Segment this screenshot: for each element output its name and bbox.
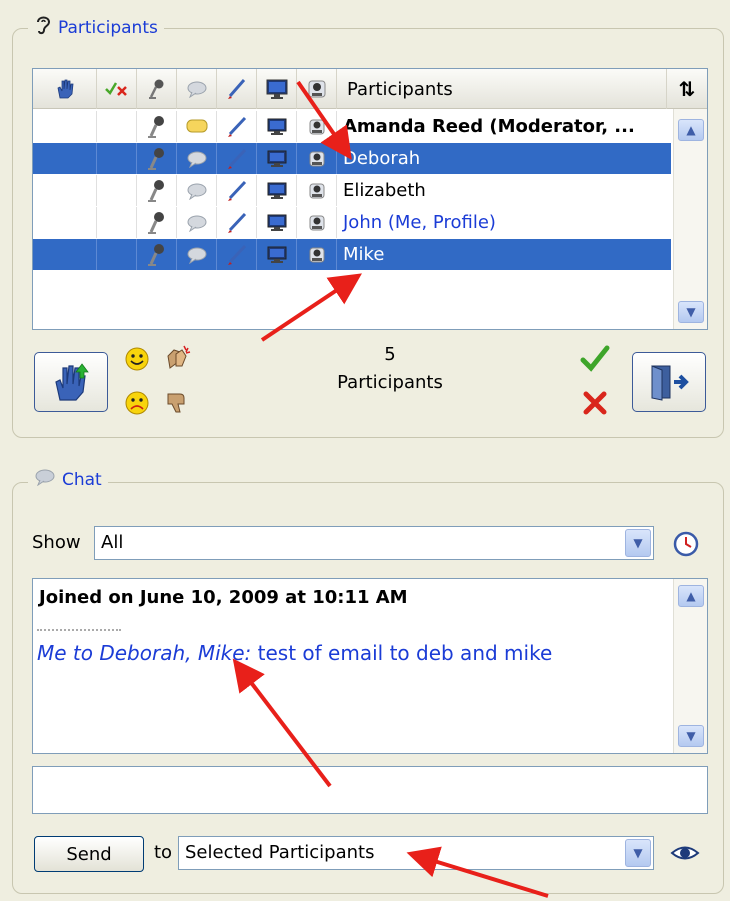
chat-message: Me to Deborah, Mike: test of email to de…	[37, 641, 552, 665]
show-label: Show	[32, 532, 81, 553]
chat-separator	[37, 629, 121, 631]
status-cell	[97, 175, 137, 206]
chat-title-label: Chat	[62, 469, 102, 490]
chat-bubble-icon	[177, 175, 217, 206]
participant-count-label: Participants	[337, 372, 443, 393]
scroll-down-button[interactable]: ▼	[678, 301, 704, 323]
chat-group-title: Chat	[28, 468, 108, 491]
microphone-icon	[137, 175, 177, 206]
status-cell	[97, 111, 137, 142]
microphone-icon	[137, 207, 177, 238]
screen-share-column-icon[interactable]	[257, 69, 297, 109]
recipient-chevron-down-icon[interactable]: ▼	[625, 839, 651, 867]
chat-message-sender: Me to Deborah, Mike:	[37, 641, 252, 665]
participant-name: Mike	[343, 244, 385, 265]
monitor-icon	[257, 207, 297, 238]
participant-row[interactable]: Mike	[33, 239, 671, 270]
send-button[interactable]: Send	[34, 836, 144, 872]
to-label: to	[154, 842, 173, 863]
participants-scrollbar[interactable]: ▲ ▼	[673, 109, 707, 329]
microphone-icon	[137, 143, 177, 174]
monitor-icon	[257, 175, 297, 206]
hand-cell	[33, 175, 97, 206]
hand-cell	[33, 111, 97, 142]
participant-row[interactable]: Elizabeth	[33, 175, 671, 206]
participant-name: Elizabeth	[343, 180, 426, 201]
participant-row[interactable]: Amanda Reed (Moderator, ...	[33, 111, 671, 142]
chat-log-header: Joined on June 10, 2009 at 10:11 AM	[39, 587, 408, 608]
pen-icon	[217, 143, 257, 174]
raise-hand-column-icon[interactable]	[33, 69, 97, 109]
exit-door-icon	[651, 365, 689, 401]
webcam-icon	[297, 111, 337, 142]
chat-column-icon[interactable]	[177, 69, 217, 109]
participant-name: John (Me, Profile)	[343, 212, 496, 233]
webcam-icon	[297, 175, 337, 206]
chat-log-scrollbar[interactable]: ▲ ▼	[673, 579, 707, 753]
participants-table-header: Participants ⇅	[33, 69, 707, 109]
speech-bubble-icon	[34, 468, 56, 491]
applause-icon[interactable]	[162, 344, 192, 376]
webcam-icon	[297, 239, 337, 270]
chat-bubble-icon	[177, 111, 217, 142]
microphone-icon	[137, 111, 177, 142]
raise-hand-button[interactable]	[34, 352, 108, 412]
chat-log[interactable]: Joined on June 10, 2009 at 10:11 AM Me t…	[32, 578, 708, 754]
thumbs-down-icon[interactable]	[162, 388, 190, 420]
monitor-icon	[257, 239, 297, 270]
webcam-icon	[297, 143, 337, 174]
status-cell	[97, 207, 137, 238]
participants-column-header[interactable]: Participants	[337, 69, 667, 109]
status-cell	[97, 143, 137, 174]
chat-scroll-up-button[interactable]: ▲	[678, 585, 704, 607]
accept-check-icon[interactable]	[580, 344, 610, 376]
chat-scroll-down-button[interactable]: ▼	[678, 725, 704, 747]
chat-message-text: test of email to deb and mike	[251, 641, 553, 665]
deny-x-icon[interactable]	[582, 390, 608, 420]
hand-cell	[33, 143, 97, 174]
pen-icon	[217, 175, 257, 206]
chat-bubble-icon	[177, 239, 217, 270]
clock-icon[interactable]	[672, 530, 700, 562]
monitor-icon	[257, 111, 297, 142]
microphone-icon	[137, 239, 177, 270]
webcam-icon	[297, 207, 337, 238]
chat-bubble-icon	[177, 143, 217, 174]
participant-count: 5	[384, 344, 396, 365]
approve-deny-column-icon[interactable]	[97, 69, 137, 109]
participants-table: Participants ⇅ Amanda Reed (Moderator, .…	[32, 68, 708, 330]
ear-icon	[34, 14, 52, 41]
webcam-column-icon[interactable]	[297, 69, 337, 109]
chevron-down-icon[interactable]: ▼	[625, 529, 651, 557]
pen-icon	[217, 239, 257, 270]
participant-row[interactable]: John (Me, Profile)	[33, 207, 671, 238]
sort-arrows-icon[interactable]: ⇅	[667, 69, 707, 109]
participants-title-label: Participants	[58, 17, 158, 38]
pen-icon	[217, 207, 257, 238]
hand-cell	[33, 239, 97, 270]
frown-emoticon-icon[interactable]	[124, 390, 150, 420]
chat-message-input[interactable]	[32, 766, 708, 814]
scroll-up-button[interactable]: ▲	[678, 119, 704, 141]
pen-icon	[217, 111, 257, 142]
raise-hand-icon	[55, 363, 89, 401]
show-filter-value: All	[101, 532, 124, 553]
status-cell	[97, 239, 137, 270]
recipient-value: Selected Participants	[185, 842, 375, 863]
participants-group-title: Participants	[28, 14, 164, 41]
show-filter-dropdown[interactable]: All ▼	[94, 526, 654, 560]
participant-row[interactable]: Deborah	[33, 143, 671, 174]
monitor-icon	[257, 143, 297, 174]
participant-name: Deborah	[343, 148, 421, 169]
microphone-column-icon[interactable]	[137, 69, 177, 109]
chat-bubble-icon	[177, 207, 217, 238]
annotate-column-icon[interactable]	[217, 69, 257, 109]
hand-cell	[33, 207, 97, 238]
recipient-dropdown[interactable]: Selected Participants ▼	[178, 836, 654, 870]
smile-emoticon-icon[interactable]	[124, 346, 150, 376]
eye-icon[interactable]	[670, 842, 700, 868]
leave-meeting-button[interactable]	[632, 352, 706, 412]
participant-name: Amanda Reed (Moderator, ...	[343, 116, 635, 137]
